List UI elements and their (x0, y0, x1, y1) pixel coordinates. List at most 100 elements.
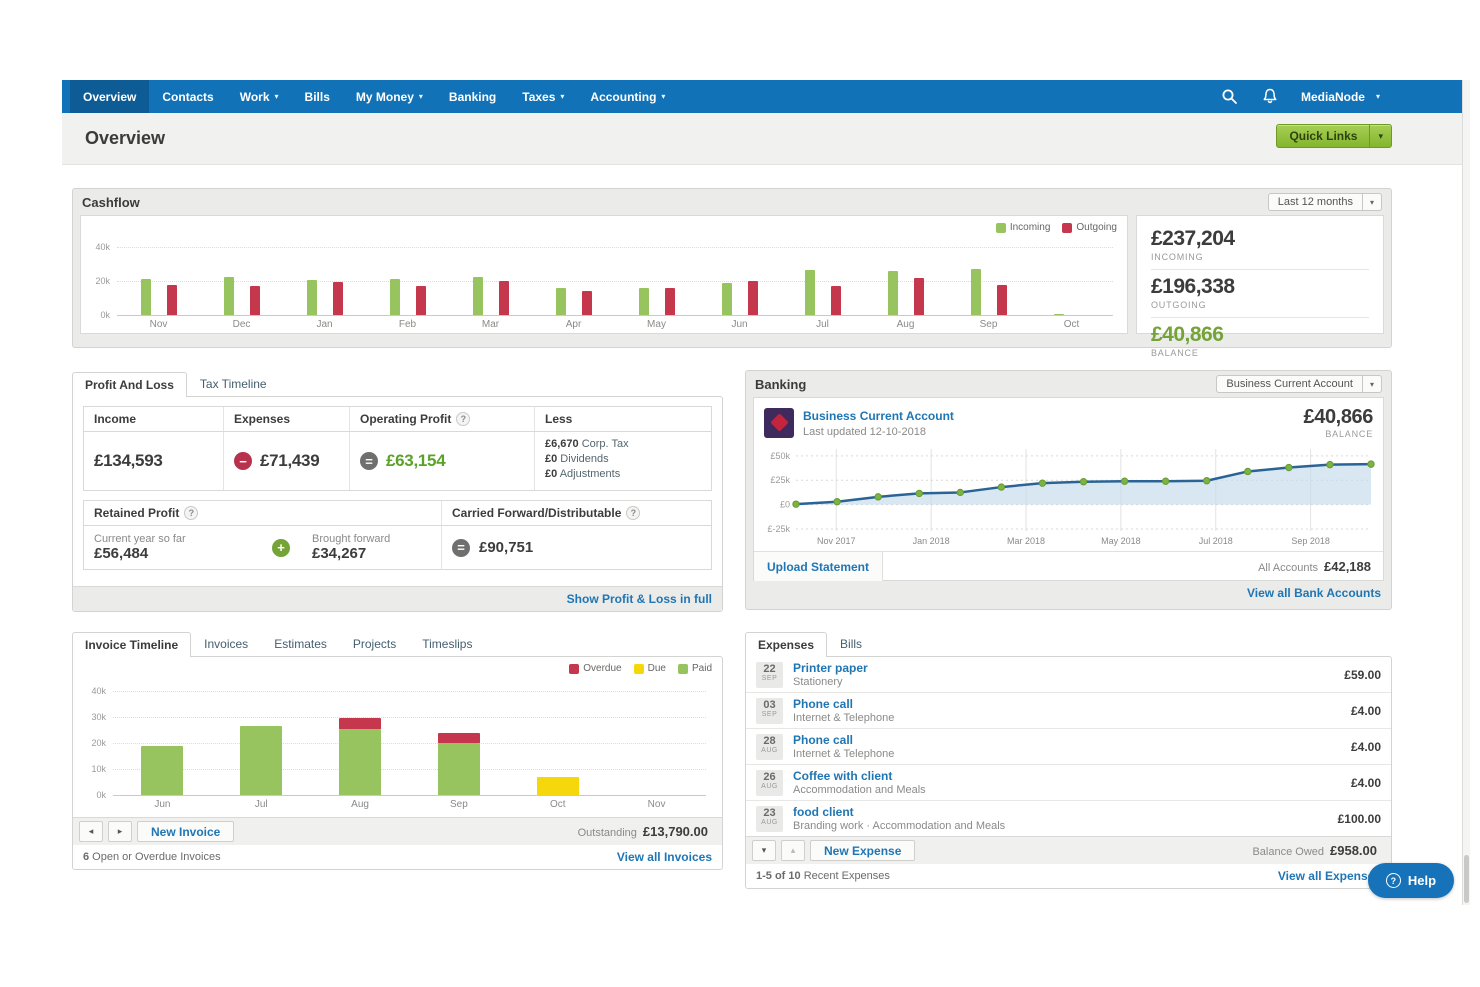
notifications-bell-icon[interactable] (1261, 88, 1279, 106)
expenses-body: 22SEPPrinter paperStationery£59.0003SEPP… (745, 656, 1392, 889)
new-invoice-button[interactable]: New Invoice (151, 825, 220, 839)
tab-bills[interactable]: Bills (827, 631, 875, 656)
chevron-down-icon[interactable]: ▾ (1362, 194, 1381, 210)
help-icon[interactable]: ? (626, 506, 640, 520)
svg-text:£50k: £50k (770, 451, 790, 461)
cashflow-bar-chart: IncomingOutgoing 0k20k40kNovDecJanFebMar… (80, 215, 1128, 334)
tab-estimates[interactable]: Estimates (261, 631, 340, 656)
nav-item-work[interactable]: Work▾ (227, 80, 292, 113)
expenses-count: 1-5 of 10 (756, 870, 801, 882)
bank-balance: £40,866 BALANCE (1304, 406, 1374, 439)
account-menu-label: MediaNode (1301, 90, 1365, 104)
expense-month: AUG (756, 747, 783, 754)
expense-title-link[interactable]: Printer paper (793, 661, 868, 675)
tab-expenses[interactable]: Expenses (745, 632, 827, 657)
expense-title-link[interactable]: Coffee with client (793, 769, 926, 783)
bank-account-link[interactable]: Business Current Account (803, 409, 954, 423)
scrollbar[interactable] (1462, 80, 1470, 905)
x-axis-label: Nov (129, 319, 189, 330)
tab-profit-and-loss[interactable]: Profit And Loss (72, 372, 187, 397)
cashflow-totals: £237,204INCOMING£196,338OUTGOING£40,866B… (1136, 215, 1384, 334)
svg-text:£25k: £25k (770, 475, 790, 485)
expense-amount: £100.00 (1338, 812, 1381, 826)
nav-item-banking[interactable]: Banking (436, 80, 509, 113)
expense-details: Printer paperStationery (793, 661, 868, 688)
search-icon[interactable] (1221, 88, 1239, 106)
chevron-down-icon[interactable]: ▾ (1369, 125, 1391, 147)
less-label: Corp. Tax (579, 438, 629, 450)
new-expense-button[interactable]: New Expense (824, 844, 901, 858)
y-axis-label: 30k (73, 712, 106, 722)
top-navbar: OverviewContactsWork▾BillsMy Money▾Banki… (62, 80, 1470, 113)
operating-profit-value: £63,154 (386, 451, 445, 471)
invoice-footer-strip: ◂ ▸ New Invoice Outstanding £13,790.00 (73, 817, 722, 845)
invoice-timeline-panel: Invoice TimelineInvoicesEstimatesProject… (72, 632, 723, 870)
upload-statement-button[interactable]: Upload Statement (754, 552, 883, 581)
help-button[interactable]: ? Help (1368, 863, 1454, 898)
scroll-up-button[interactable]: ▴ (781, 840, 805, 861)
tab-invoices[interactable]: Invoices (191, 631, 261, 656)
overdue-bar (438, 733, 480, 743)
account-menu[interactable]: MediaNode ▾ (1301, 90, 1380, 104)
legend-label: Incoming (1010, 222, 1051, 233)
expense-amount: £4.00 (1351, 776, 1381, 790)
profit-and-loss-panel: Profit And LossTax Timeline Income Expen… (72, 372, 723, 612)
nav-item-contacts[interactable]: Contacts (149, 80, 226, 113)
expense-title-link[interactable]: Phone call (793, 697, 894, 711)
expense-title-link[interactable]: food client (793, 805, 1005, 819)
income-value: £134,593 (94, 451, 163, 471)
tab-tax-timeline[interactable]: Tax Timeline (187, 371, 280, 396)
less-amount: £0 (545, 468, 557, 480)
y-axis-label: 10k (73, 764, 106, 774)
nav-item-accounting[interactable]: Accounting▾ (577, 80, 678, 113)
tab-invoice-timeline[interactable]: Invoice Timeline (72, 632, 191, 657)
pl-summary-table: Income Expenses Operating Profit ? Less … (83, 406, 712, 491)
expense-row[interactable]: 03SEPPhone callInternet & Telephone£4.00 (746, 693, 1391, 729)
help-icon[interactable]: ? (456, 412, 470, 426)
scrollbar-thumb[interactable] (1464, 855, 1469, 903)
expense-date-badge: 23AUG (756, 806, 783, 832)
total-value: £196,338 (1151, 275, 1369, 299)
nav-item-taxes[interactable]: Taxes▾ (509, 80, 577, 113)
expenses-value: £71,439 (260, 451, 319, 471)
scroll-down-button[interactable]: ▾ (752, 840, 776, 861)
incoming-bar (556, 288, 566, 315)
chevron-down-icon[interactable]: ▾ (1362, 376, 1381, 392)
cashflow-body: IncomingOutgoing 0k20k40kNovDecJanFebMar… (73, 215, 1391, 341)
expense-title-link[interactable]: Phone call (793, 733, 894, 747)
expense-date-badge: 22SEP (756, 662, 783, 688)
x-axis-label: Jul (231, 799, 291, 810)
cashflow-period-select[interactable]: Last 12 months ▾ (1268, 193, 1382, 211)
incoming-bar (639, 288, 649, 315)
expense-month: SEP (756, 711, 783, 718)
tab-projects[interactable]: Projects (340, 631, 409, 656)
tab-timeslips[interactable]: Timeslips (409, 631, 485, 656)
view-all-invoices-link[interactable]: View all Invoices (617, 850, 712, 864)
expense-row[interactable]: 22SEPPrinter paperStationery£59.00 (746, 657, 1391, 693)
show-profit-loss-link[interactable]: Show Profit & Loss in full (567, 592, 712, 606)
next-arrow-button[interactable]: ▸ (108, 821, 132, 842)
legend-label: Outgoing (1076, 222, 1117, 233)
nav-item-my-money[interactable]: My Money▾ (343, 80, 436, 113)
expense-month: SEP (756, 675, 783, 682)
nav-item-overview[interactable]: Overview (70, 80, 149, 113)
expense-subtitle: Stationery (793, 676, 868, 688)
outgoing-bar (250, 286, 260, 315)
bank-account-select-value: Business Current Account (1217, 376, 1362, 392)
expense-date-badge: 26AUG (756, 770, 783, 796)
x-axis-label: Feb (378, 319, 438, 330)
nav-item-bills[interactable]: Bills (292, 80, 343, 113)
expense-row[interactable]: 28AUGPhone callInternet & Telephone£4.00 (746, 729, 1391, 765)
bank-account-select[interactable]: Business Current Account ▾ (1216, 375, 1382, 393)
legend-overdue: Overdue (569, 663, 621, 674)
carried-forward-label: Carried Forward/Distributable (452, 506, 621, 520)
x-axis-label: Aug (876, 319, 936, 330)
expense-row[interactable]: 26AUGCoffee with clientAccommodation and… (746, 765, 1391, 801)
view-all-expenses-link[interactable]: View all Expenses (1278, 869, 1381, 883)
expense-row[interactable]: 23AUGfood clientBranding work · Accommod… (746, 801, 1391, 836)
prev-arrow-button[interactable]: ◂ (79, 821, 103, 842)
view-all-bank-accounts-link[interactable]: View all Bank Accounts (1247, 586, 1381, 600)
help-icon[interactable]: ? (184, 506, 198, 520)
quick-links-button[interactable]: Quick Links ▾ (1276, 124, 1392, 148)
banking-title: Banking (755, 377, 806, 392)
